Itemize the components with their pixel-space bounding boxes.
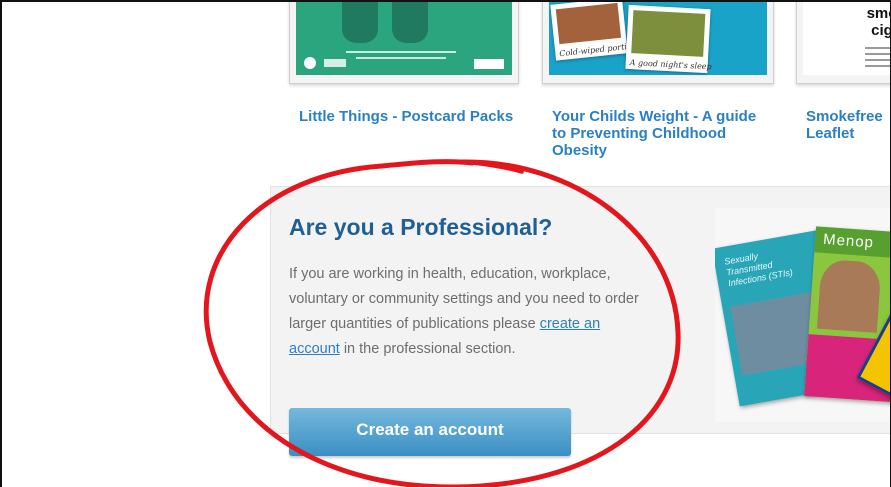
text-line: [346, 51, 456, 53]
text-line: [356, 57, 446, 59]
smokefree-cover: smo cig: [803, 2, 891, 75]
description-text: in the professional section.: [339, 341, 516, 357]
booklet-title: Menop: [814, 226, 890, 260]
text-line: [865, 47, 890, 49]
hse-logo-icon: [304, 57, 316, 69]
photo: [555, 2, 622, 45]
product-thumbnail-little-things[interactable]: [289, 2, 519, 84]
booklet-photo: [816, 258, 882, 333]
product-title-link[interactable]: Your Childs Weight - A guide to Preventi…: [552, 108, 772, 159]
figure-illustration: [342, 2, 378, 43]
phone-number-box: [474, 59, 504, 69]
polaroid-caption: Cold-wiped portions: [558, 40, 642, 59]
professional-heading: Are you a Professional?: [289, 214, 553, 240]
product-thumbnail-childs-weight[interactable]: Cold-wiped portions A good night's sleep: [542, 2, 774, 84]
product-title-link[interactable]: Little Things - Postcard Packs: [299, 108, 519, 125]
screenshot-frame: Cold-wiped portions A good night's sleep…: [0, 0, 891, 487]
text-line: [865, 59, 890, 61]
polaroid-photo: A good night's sleep: [625, 4, 712, 74]
polaroid-photo: Cold-wiped portions: [550, 2, 642, 61]
hse-wordmark: [324, 59, 346, 67]
childs-weight-cover: Cold-wiped portions A good night's sleep: [549, 2, 767, 75]
photo: [631, 10, 706, 57]
little-things-cover: [296, 2, 512, 75]
professional-description: If you are working in health, education,…: [289, 262, 641, 362]
brochure-collage: Sexually Transmitted Infections (STIs) M…: [715, 208, 890, 422]
smokefree-cover-heading: smo cig: [866, 5, 891, 39]
figure-illustration: [392, 2, 428, 43]
product-title-link[interactable]: Smokefree Leaflet: [806, 108, 890, 142]
text-line: [865, 65, 890, 67]
polaroid-caption: A good night's sleep: [629, 58, 712, 72]
create-account-button[interactable]: Create an account: [289, 408, 571, 456]
booklet-title: Sexually Transmitted Infections (STIs): [723, 250, 794, 289]
product-thumbnail-smokefree[interactable]: smo cig: [796, 2, 891, 84]
text-line: [865, 53, 890, 55]
annotation-ellipse-overlap: [470, 161, 524, 174]
